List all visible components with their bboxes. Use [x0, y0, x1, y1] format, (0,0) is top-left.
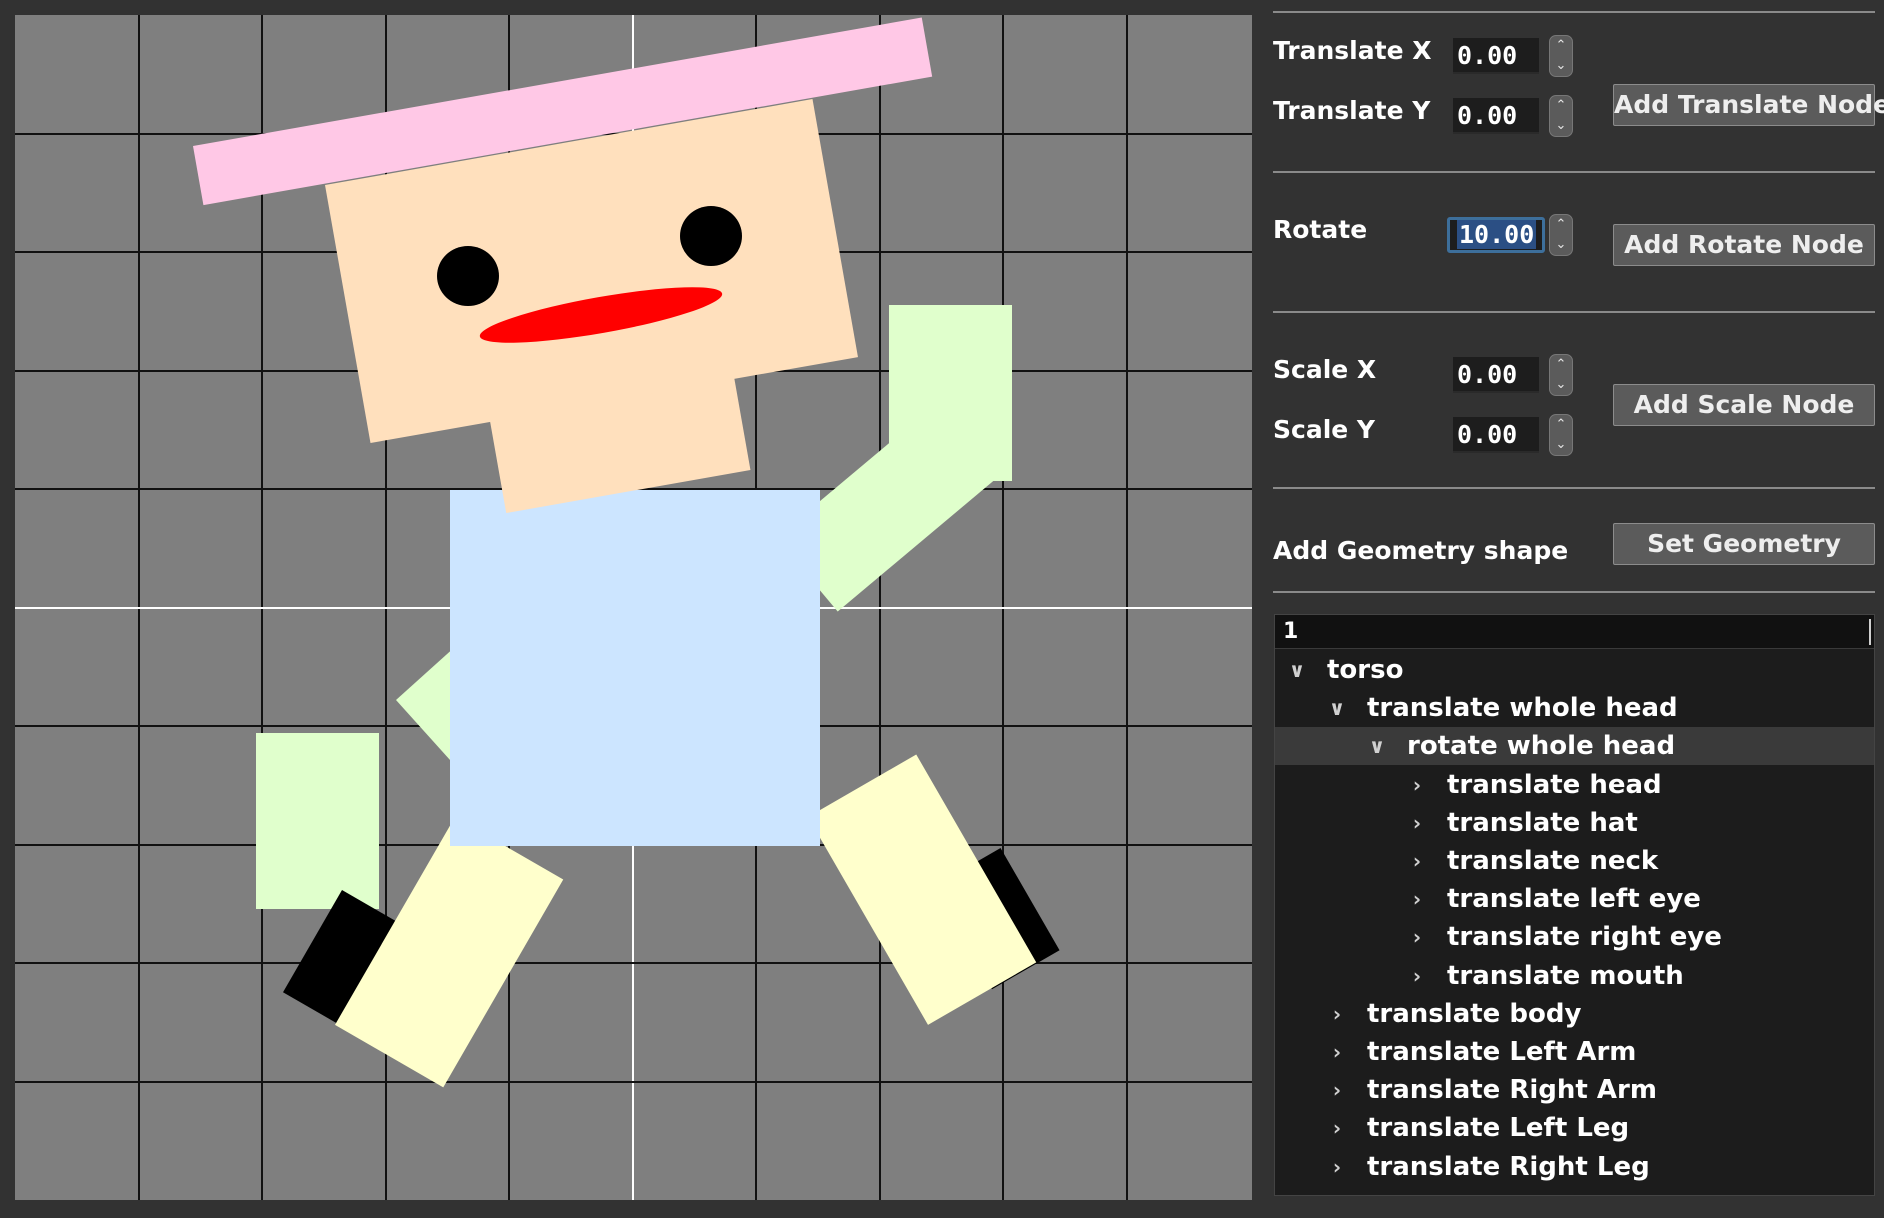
chevron-right-icon[interactable]: ›: [1325, 1148, 1349, 1186]
tree-row-label: translate Left Arm: [1367, 1037, 1637, 1067]
add-scale-node-button[interactable]: Add Scale Node: [1613, 384, 1875, 426]
tree-header: 1: [1275, 615, 1874, 649]
arrow-down-icon[interactable]: ⌄: [1550, 235, 1572, 255]
chevron-right-icon[interactable]: ›: [1325, 1071, 1349, 1109]
chevron-right-icon[interactable]: ›: [1405, 918, 1429, 956]
tree-row[interactable]: › translate Right Leg: [1275, 1148, 1874, 1186]
tree-row-label: translate right eye: [1447, 922, 1722, 953]
tree-row[interactable]: › translate right eye: [1275, 918, 1874, 956]
translate-y-spinbox[interactable]: 0.00 ⌃ ⌄: [1453, 95, 1573, 137]
tree-row[interactable]: ∨ translate whole head: [1275, 689, 1874, 727]
tree-row[interactable]: › translate hat: [1275, 804, 1874, 842]
tree-row[interactable]: › translate Left Arm: [1275, 1033, 1874, 1071]
tree-row-label: rotate whole head: [1407, 731, 1676, 762]
tree-row[interactable]: › translate neck: [1275, 842, 1874, 880]
rotate-spinbox[interactable]: 10.00 ⌃ ⌄: [1447, 214, 1573, 256]
scale-y-input[interactable]: 0.00: [1453, 417, 1539, 453]
scale-y-label: Scale Y: [1273, 415, 1376, 444]
rotate-label: Rotate: [1273, 215, 1368, 244]
header-divider: [1869, 619, 1871, 645]
scene-svg[interactable]: [15, 15, 1252, 1200]
chevron-down-icon[interactable]: ∨: [1365, 727, 1389, 765]
separator: [1273, 171, 1875, 173]
tree-row[interactable]: › translate Left Leg: [1275, 1109, 1874, 1147]
chevron-right-icon[interactable]: ›: [1325, 1033, 1349, 1071]
chevron-right-icon[interactable]: ›: [1405, 804, 1429, 842]
chevron-right-icon[interactable]: ›: [1405, 842, 1429, 880]
scale-x-spinbox[interactable]: 0.00 ⌃ ⌄: [1453, 354, 1573, 396]
arrow-down-icon[interactable]: ⌄: [1550, 375, 1572, 395]
body: [450, 490, 820, 846]
chevron-right-icon[interactable]: ›: [1325, 1109, 1349, 1147]
scale-x-label: Scale X: [1273, 355, 1377, 384]
right-lower-arm: [889, 305, 1012, 481]
separator: [1273, 311, 1875, 313]
tree-row-label: translate Right Arm: [1367, 1075, 1657, 1106]
tree-row[interactable]: ∨ torso: [1275, 651, 1874, 689]
arrow-up-icon[interactable]: ⌃: [1550, 355, 1572, 375]
translate-y-stepper[interactable]: ⌃ ⌄: [1549, 95, 1573, 137]
arrow-down-icon[interactable]: ⌄: [1550, 435, 1572, 455]
chevron-right-icon[interactable]: ›: [1405, 766, 1429, 804]
scene-graph-tree[interactable]: 1 ∨ torso ∨ translate whole head ∨ rotate who…: [1274, 614, 1875, 1196]
translate-y-input[interactable]: 0.00: [1453, 98, 1539, 134]
translate-x-input[interactable]: 0.00: [1453, 38, 1539, 74]
chevron-right-icon[interactable]: ›: [1325, 995, 1349, 1033]
arrow-up-icon[interactable]: ⌃: [1550, 96, 1572, 116]
arrow-down-icon[interactable]: ⌄: [1550, 116, 1572, 136]
translate-y-label: Translate Y: [1273, 96, 1431, 125]
arrow-down-icon[interactable]: ⌄: [1550, 56, 1572, 76]
tree-row-label: translate hat: [1447, 807, 1638, 838]
translate-x-label: Translate X: [1273, 36, 1432, 65]
scale-y-stepper[interactable]: ⌃ ⌄: [1549, 414, 1573, 456]
tree-row-label: translate neck: [1447, 846, 1659, 876]
set-geometry-button[interactable]: Set Geometry: [1613, 523, 1875, 565]
character: [193, 17, 1060, 1088]
left-eye: [437, 246, 499, 306]
control-panel: Translate X 0.00 ⌃ ⌄ Translate Y 0.00 ⌃ …: [1253, 0, 1884, 1218]
left-lower-arm: [256, 733, 379, 909]
arrow-up-icon[interactable]: ⌃: [1550, 215, 1572, 235]
translate-x-spinbox[interactable]: 0.00 ⌃ ⌄: [1453, 35, 1573, 77]
separator: [1273, 591, 1875, 593]
chevron-down-icon[interactable]: ∨: [1325, 689, 1349, 727]
add-translate-node-button[interactable]: Add Translate Node: [1613, 84, 1884, 126]
chevron-right-icon[interactable]: ›: [1405, 957, 1429, 995]
right-eye: [680, 206, 742, 266]
separator: [1273, 11, 1875, 13]
chevron-right-icon[interactable]: ›: [1405, 880, 1429, 918]
translate-x-stepper[interactable]: ⌃ ⌄: [1549, 35, 1573, 77]
tree-row-label: translate left eye: [1447, 884, 1701, 915]
scale-x-input[interactable]: 0.00: [1453, 357, 1539, 393]
tree-row[interactable]: › translate head: [1275, 766, 1874, 804]
rotate-value: 10.00: [1457, 220, 1537, 249]
tree-row[interactable]: › translate mouth: [1275, 957, 1874, 995]
tree-row-label: translate head: [1447, 769, 1662, 800]
add-rotate-node-button[interactable]: Add Rotate Node: [1613, 224, 1875, 266]
arrow-up-icon[interactable]: ⌃: [1550, 36, 1572, 56]
tree-row[interactable]: › translate body: [1275, 995, 1874, 1033]
rotate-input[interactable]: 10.00: [1447, 217, 1545, 253]
tree-row-label: torso: [1327, 655, 1404, 685]
tree-row-label: translate Left Leg: [1367, 1113, 1630, 1144]
separator: [1273, 487, 1875, 489]
rotate-stepper[interactable]: ⌃ ⌄: [1549, 214, 1573, 256]
chevron-down-icon[interactable]: ∨: [1285, 651, 1309, 689]
tree-row[interactable]: › translate Right Arm: [1275, 1071, 1874, 1109]
geometry-label: Add Geometry shape: [1273, 536, 1569, 565]
tree-row[interactable]: › translate left eye: [1275, 880, 1874, 918]
scale-x-stepper[interactable]: ⌃ ⌄: [1549, 354, 1573, 396]
tree-row-label: translate Right Leg: [1367, 1151, 1650, 1182]
tree-row-label: translate mouth: [1447, 960, 1684, 991]
tree-row-label: translate whole head: [1367, 693, 1678, 724]
scene-canvas[interactable]: [15, 15, 1252, 1200]
tree-header-label: 1: [1283, 619, 1299, 644]
scale-y-spinbox[interactable]: 0.00 ⌃ ⌄: [1453, 414, 1573, 456]
tree-row[interactable]: ∨ rotate whole head: [1275, 727, 1874, 766]
tree-row-label: translate body: [1367, 998, 1582, 1029]
arrow-up-icon[interactable]: ⌃: [1550, 415, 1572, 435]
